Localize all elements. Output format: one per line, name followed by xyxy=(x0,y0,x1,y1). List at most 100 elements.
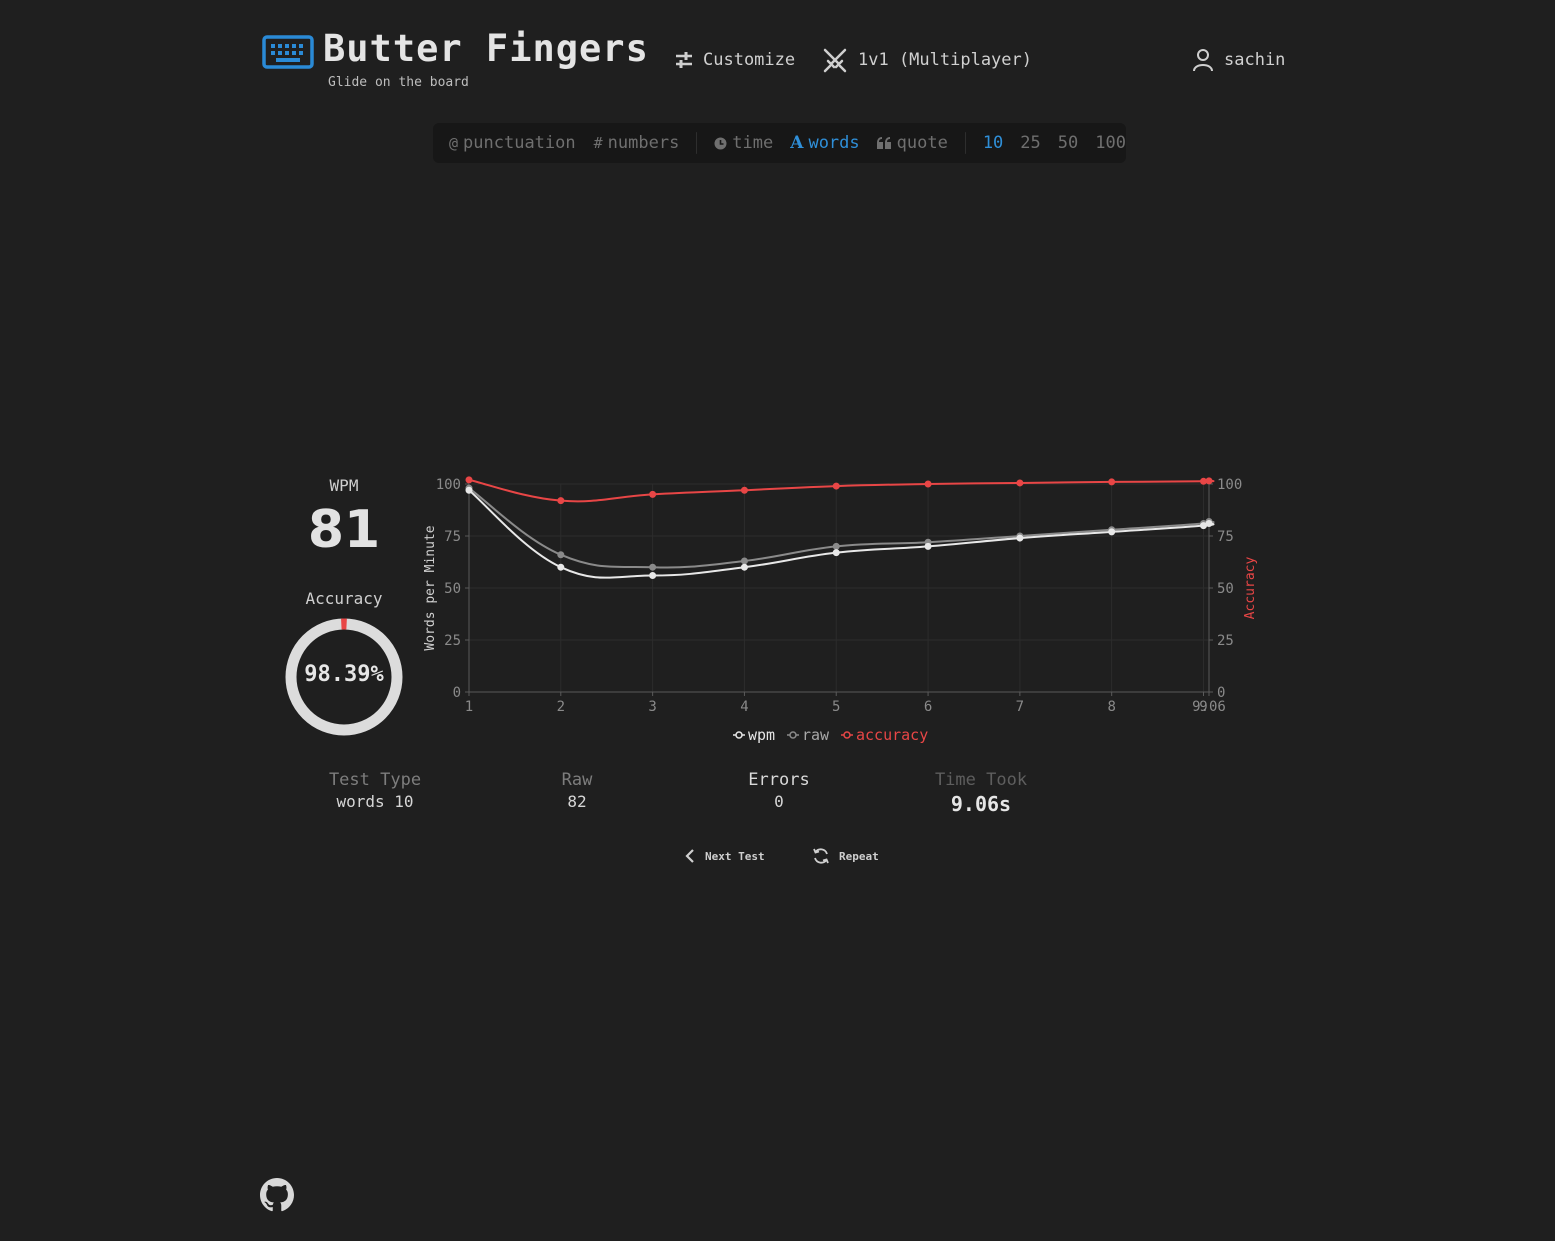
time-mode-button[interactable]: time xyxy=(714,133,773,153)
github-icon[interactable] xyxy=(260,1178,294,1212)
raw-stat: Raw 82 xyxy=(477,770,677,811)
data-point-raw xyxy=(740,557,748,565)
errors-stat: Errors 0 xyxy=(679,770,879,811)
x-tick-label: 2 xyxy=(557,699,565,715)
sliders-icon xyxy=(676,52,692,68)
data-point-wpm xyxy=(465,486,473,494)
data-point-raw xyxy=(557,551,565,559)
test-type-label: Test Type xyxy=(328,770,422,790)
accuracy-value: 98.39% xyxy=(304,662,384,687)
raw-value: 82 xyxy=(567,792,587,811)
legend-label-accuracy: accuracy xyxy=(856,726,928,744)
x-tick-label: 8 xyxy=(1107,699,1115,715)
clock-icon xyxy=(714,137,727,149)
data-point-accuracy xyxy=(1108,478,1116,486)
legend-marker-wpm xyxy=(735,731,743,739)
y-tick-label-right: 25 xyxy=(1217,633,1234,649)
data-point-raw xyxy=(649,563,657,571)
letter-a-icon: A xyxy=(790,133,804,153)
legend-label-wpm: wpm xyxy=(748,726,775,744)
hash-icon: # xyxy=(593,134,603,152)
quote-mode-button[interactable]: quote xyxy=(876,133,948,153)
username: sachin xyxy=(1224,50,1286,70)
refresh-icon xyxy=(813,848,829,864)
next-test-label: Next Test xyxy=(705,849,765,863)
user-icon xyxy=(1193,49,1213,72)
data-point-raw xyxy=(832,542,840,550)
data-point-accuracy xyxy=(1205,477,1213,485)
time-took-stat: Time Took 9.06s xyxy=(881,770,1081,816)
x-tick-label: 1 xyxy=(465,699,473,715)
word-count-10[interactable]: 10 xyxy=(983,133,1003,153)
quote-icon xyxy=(876,137,891,149)
test-type-value: words 10 xyxy=(336,792,414,811)
x-tick-label: 5 xyxy=(832,699,840,715)
raw-label: Raw xyxy=(561,770,593,790)
x-tick-label: 9.06 xyxy=(1192,699,1226,715)
crossed-swords-icon xyxy=(823,48,847,73)
x-tick-label: 3 xyxy=(648,699,656,715)
data-point-accuracy xyxy=(557,497,565,505)
data-point-accuracy xyxy=(832,482,840,490)
next-test-button[interactable]: Next Test xyxy=(684,846,765,866)
series-line-accuracy xyxy=(468,478,1215,503)
customize-button[interactable]: Customize xyxy=(675,47,795,73)
word-count-25[interactable]: 25 xyxy=(1020,133,1040,153)
punctuation-label: punctuation xyxy=(463,133,576,153)
legend-marker-accuracy xyxy=(843,731,851,739)
y-tick-label-left: 25 xyxy=(444,633,461,649)
y-tick-label-left: 0 xyxy=(453,685,461,701)
data-point-wpm xyxy=(740,563,748,571)
data-point-accuracy xyxy=(924,480,932,488)
wpm-chart: 0 025 2550 5075 75100 1001 2 3 4 5 6 7 8 99.06Words p… xyxy=(423,476,1258,744)
y2-axis-title: Accuracy xyxy=(1243,557,1258,620)
test-type-stat: Test Type words 10 xyxy=(275,770,475,811)
y-tick-label-right: 100 xyxy=(1217,477,1242,493)
numbers-toggle[interactable]: # numbers xyxy=(594,133,680,153)
test-mode-bar: @ punctuation # numbers time A words quo… xyxy=(433,123,1126,163)
y-tick-label-right: 75 xyxy=(1217,529,1234,545)
accuracy-label: Accuracy xyxy=(305,589,383,608)
data-point-wpm xyxy=(1016,534,1024,542)
y-axis-title: Words per Minute xyxy=(423,525,438,650)
data-point-accuracy xyxy=(1016,479,1024,487)
words-label: words xyxy=(808,133,860,153)
user-account-button[interactable]: sachin xyxy=(1192,47,1285,73)
x-tick-label: 4 xyxy=(740,699,748,715)
at-icon: @ xyxy=(449,134,459,152)
numbers-label: numbers xyxy=(607,133,680,153)
x-tick-label: 7 xyxy=(1016,699,1024,715)
multiplayer-button[interactable]: 1v1 (Multiplayer) xyxy=(822,47,1032,73)
legend-marker-raw xyxy=(789,731,797,739)
divider xyxy=(696,132,698,154)
data-point-accuracy xyxy=(465,476,473,484)
wpm-label: WPM xyxy=(329,476,359,495)
legend-label-raw: raw xyxy=(802,726,830,744)
y-tick-label-left: 75 xyxy=(444,529,461,545)
word-count-50[interactable]: 50 xyxy=(1058,133,1078,153)
x-tick-label: 6 xyxy=(924,699,932,715)
quote-label: quote xyxy=(896,133,948,153)
y-tick-label-right: 50 xyxy=(1217,581,1234,597)
punctuation-toggle[interactable]: @ punctuation xyxy=(449,133,576,153)
time-took-label: Time Took xyxy=(934,770,1028,790)
data-point-accuracy xyxy=(649,490,657,498)
errors-label: Errors xyxy=(748,770,810,790)
keyboard-icon xyxy=(262,35,314,69)
word-count-100[interactable]: 100 xyxy=(1095,133,1126,153)
data-point-wpm xyxy=(557,563,565,571)
data-point-wpm xyxy=(649,572,657,580)
multiplayer-label: 1v1 (Multiplayer) xyxy=(858,50,1032,70)
app-title[interactable]: Butter Fingers xyxy=(323,27,649,70)
errors-value: 0 xyxy=(774,792,784,811)
repeat-button[interactable]: Repeat xyxy=(812,846,879,866)
time-took-value: 9.06s xyxy=(950,792,1012,816)
y-tick-label-left: 50 xyxy=(444,581,461,597)
app-subtitle: Glide on the board xyxy=(328,75,469,90)
repeat-label: Repeat xyxy=(839,849,879,863)
words-mode-button[interactable]: A words xyxy=(790,133,859,153)
series-line-wpm xyxy=(468,489,1215,579)
data-point-accuracy xyxy=(740,486,748,494)
data-point-wpm xyxy=(1205,520,1213,528)
y-tick-label-left: 100 xyxy=(436,477,461,493)
